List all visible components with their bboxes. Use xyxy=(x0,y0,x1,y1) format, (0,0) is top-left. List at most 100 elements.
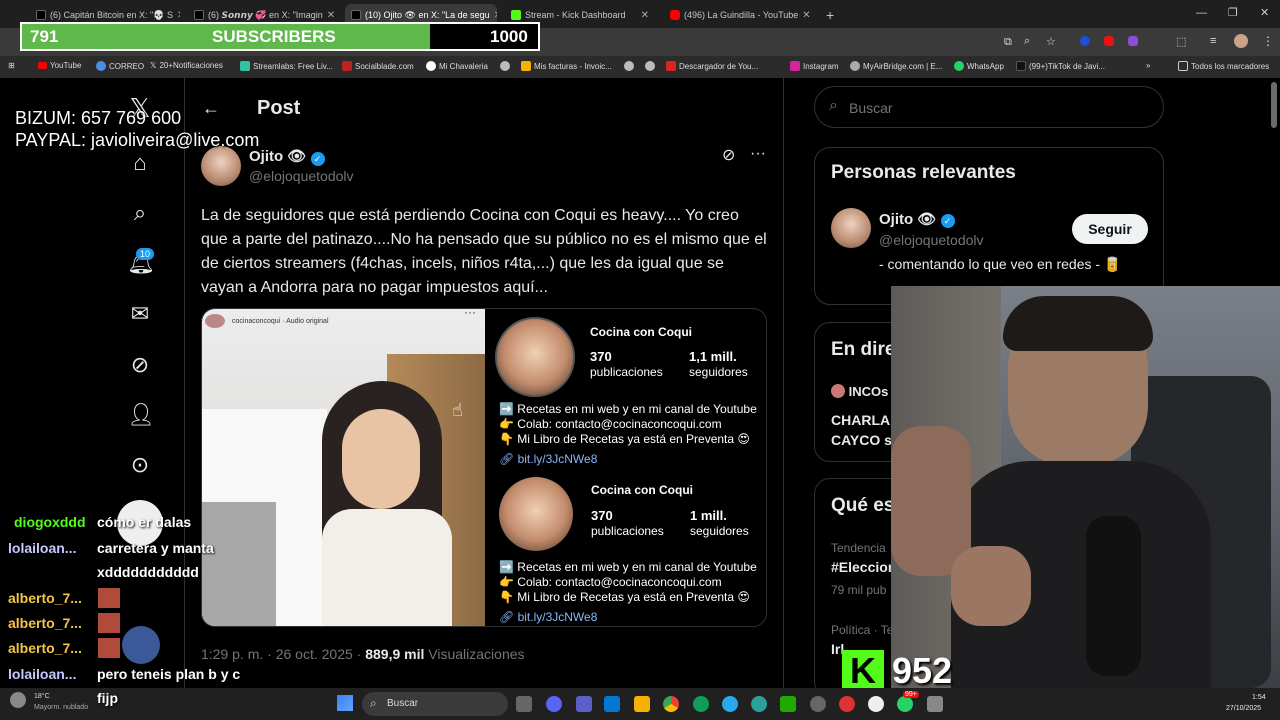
more-icon[interactable]: ⋮ xyxy=(1262,34,1274,48)
profile-avatar xyxy=(499,477,573,551)
bookmark-globe[interactable] xyxy=(500,61,510,71)
search-icon: ⌕ xyxy=(370,696,377,710)
bookmark-correo[interactable]: CORREO xyxy=(96,61,144,71)
profile-posts-label: publicaciones xyxy=(591,524,664,538)
relevant-name[interactable]: Ojito 👁 ✓ xyxy=(879,210,955,228)
relevant-handle[interactable]: @elojoquetodolv xyxy=(879,232,984,248)
windows-start-icon[interactable] xyxy=(337,695,353,711)
bio-link[interactable]: 🔗︎ bit.ly/3JcNWe8 xyxy=(499,452,597,466)
bookmark-chavaleria[interactable]: Mi Chavaleria xyxy=(426,61,488,71)
chat-message: alberto_7... xyxy=(8,590,82,606)
weather-temp: 18°C xyxy=(34,693,50,700)
teams-icon[interactable] xyxy=(576,696,592,712)
bookmark-whatsapp[interactable]: WhatsApp xyxy=(954,61,1004,71)
close-icon[interactable]: ✕ xyxy=(494,10,497,21)
telegram-icon[interactable] xyxy=(722,696,738,712)
minimize-icon[interactable]: — xyxy=(1196,7,1207,19)
more-icon[interactable]: ··· xyxy=(750,145,766,163)
profile-followers: 1 mill. xyxy=(690,508,727,523)
menu-lines-icon[interactable]: ≡ xyxy=(1210,35,1216,47)
home-icon[interactable]: ⌂ xyxy=(127,150,153,176)
mail-icon[interactable]: ✉ xyxy=(127,301,153,327)
app-icon[interactable] xyxy=(839,696,855,712)
grok-icon[interactable]: ⊘ xyxy=(722,145,735,165)
folder-icon[interactable] xyxy=(634,696,650,712)
task-view-icon[interactable] xyxy=(516,696,532,712)
app-icon[interactable] xyxy=(868,696,884,712)
avatar[interactable] xyxy=(831,208,871,248)
bookmark-globe-2[interactable] xyxy=(624,61,634,71)
cast-icon[interactable]: ⧉ xyxy=(1004,36,1012,49)
maximize-icon[interactable]: ❐ xyxy=(1228,6,1238,19)
star-icon[interactable]: ☆ xyxy=(1046,35,1056,48)
search-icon[interactable]: ⌕ xyxy=(127,200,153,226)
obs-icon[interactable] xyxy=(810,696,826,712)
app-icon[interactable] xyxy=(780,696,796,712)
bookmark-streamlabs[interactable]: Streamlabs: Free Liv... xyxy=(240,61,333,71)
app-icon[interactable] xyxy=(927,696,943,712)
taskbar-search[interactable]: ⌕ Buscar xyxy=(362,692,508,716)
close-window-icon[interactable]: ✕ xyxy=(1260,6,1269,19)
page-title: Post xyxy=(257,97,301,119)
profile-followers-label: seguidores xyxy=(690,524,749,538)
post-media[interactable]: cocinaconcoqui · Audio original ··· Coci… xyxy=(201,308,767,627)
trend-name[interactable]: #Eleccion xyxy=(831,559,896,575)
more-icon[interactable]: ··· xyxy=(464,309,476,319)
weather-icon[interactable] xyxy=(10,692,26,708)
close-icon[interactable]: ✕ xyxy=(327,10,335,21)
bookmark-youtube[interactable]: YouTube xyxy=(38,61,81,70)
webcam-overlay xyxy=(891,286,1280,688)
author-name[interactable]: Ojito 👁 ✓ xyxy=(249,147,325,166)
bookmark-notificaciones[interactable]: 𝕏 20+Notificaciones xyxy=(150,61,223,70)
scrollbar[interactable] xyxy=(1271,82,1277,128)
bookmark-descargador[interactable]: Descargador de You... xyxy=(666,61,758,71)
whatsapp-icon[interactable] xyxy=(897,696,913,712)
chat-message: lolailoan... xyxy=(8,540,77,556)
panel-title: Personas relevantes xyxy=(831,162,1016,183)
grok-icon[interactable]: ⊘ xyxy=(127,352,153,378)
avatar[interactable] xyxy=(1234,34,1248,48)
outlook-icon[interactable] xyxy=(604,696,620,712)
puzzle-icon[interactable]: ⬚ xyxy=(1176,35,1186,48)
author-avatar[interactable] xyxy=(201,146,241,186)
profile-icon[interactable]: 👤︎ xyxy=(127,402,155,428)
extension-icon[interactable] xyxy=(1128,36,1138,46)
chrome-icon[interactable] xyxy=(663,696,679,712)
back-arrow-icon[interactable]: ← xyxy=(202,98,220,119)
search-placeholder: Buscar xyxy=(849,100,893,116)
notifications-badge: 10 xyxy=(136,248,155,260)
trend-category: Política · Te xyxy=(831,623,894,637)
bio-line: 👇 Mi Libro de Recetas ya está en Prevent… xyxy=(499,590,750,604)
close-icon[interactable]: ✕ xyxy=(641,10,649,21)
bookmark-myairbridge[interactable]: MyAirBridge.com | E... xyxy=(850,61,942,71)
youtube-extension-icon[interactable] xyxy=(1104,36,1114,46)
follow-button[interactable]: Seguir xyxy=(1072,214,1148,244)
verified-icon: ✓ xyxy=(940,214,955,228)
verified-icon: ✓ xyxy=(310,152,325,166)
more-circle-icon[interactable]: ⊙ xyxy=(127,452,153,478)
bookmark-facturas[interactable]: Mis facturas - Invoic... xyxy=(521,61,612,71)
extension-icon[interactable] xyxy=(1080,36,1090,46)
bookmark-instagram[interactable]: Instagram xyxy=(790,61,839,71)
app-icon[interactable] xyxy=(751,696,767,712)
video-avatar xyxy=(205,314,225,328)
new-tab-button[interactable]: + xyxy=(820,4,840,26)
live-item[interactable]: INCOs xyxy=(831,384,888,399)
search-input[interactable]: ⌕ Buscar xyxy=(814,86,1164,128)
apps-icon[interactable]: ⊞ xyxy=(8,61,15,70)
close-icon[interactable]: ✕ xyxy=(177,10,180,21)
author-handle[interactable]: @elojoquetodolv xyxy=(249,168,354,184)
bio-link[interactable]: 🔗︎ bit.ly/3JcNWe8 xyxy=(499,610,597,624)
discord-icon[interactable] xyxy=(546,696,562,712)
bookmark-tiktok[interactable]: (99+)TikTok de Javi... xyxy=(1016,61,1105,71)
edge-icon[interactable] xyxy=(693,696,709,712)
microphone xyxy=(1086,516,1141,676)
bookmark-globe-3[interactable] xyxy=(645,61,655,71)
bookmark-socialblade[interactable]: Socialblade.com xyxy=(342,61,414,71)
browser-tab-5[interactable]: (496) La Guindilla - YouTube ✕ xyxy=(664,4,814,26)
close-icon[interactable]: ✕ xyxy=(802,10,810,21)
zoom-icon[interactable]: ⌕ xyxy=(1024,35,1030,48)
bookmarks-folder[interactable]: Todos los marcadores xyxy=(1178,61,1269,71)
panel-title: Qué es xyxy=(831,495,895,516)
chevron-right-icon[interactable]: » xyxy=(1146,61,1150,70)
